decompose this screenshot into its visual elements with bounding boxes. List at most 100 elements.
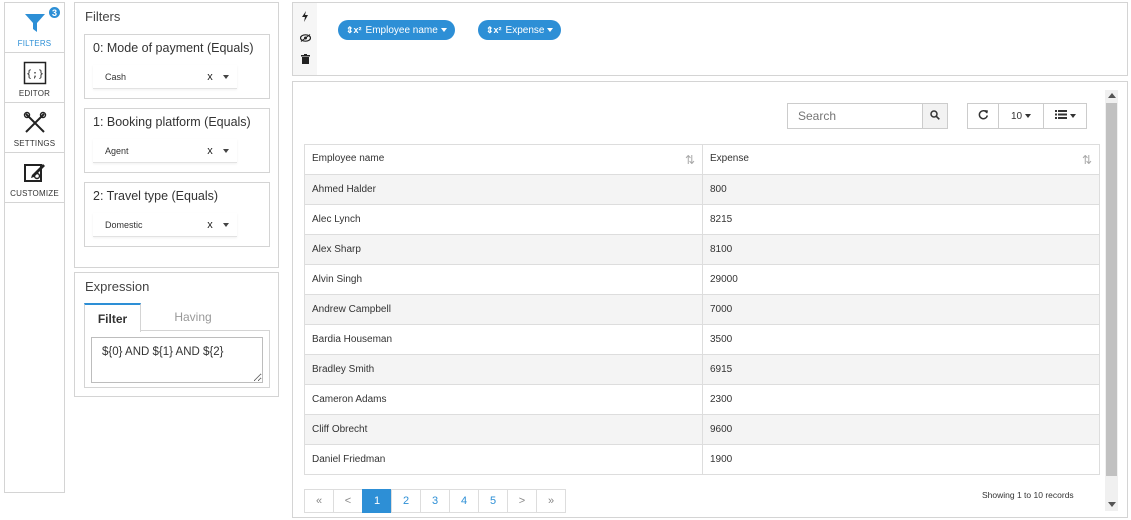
table-row: Alec Lynch 8215 — [304, 204, 1100, 235]
columns-toggle-button[interactable] — [1043, 103, 1087, 129]
table-row: Andrew Campbell 7000 — [304, 294, 1100, 325]
scroll-down-icon[interactable] — [1108, 502, 1116, 507]
page-prev-button[interactable]: < — [333, 489, 363, 513]
table-row: Cameron Adams 2300 — [304, 384, 1100, 415]
table-header-row: Employee name ⇅ Expense ⇅ — [304, 144, 1100, 175]
chevron-down-icon — [1025, 114, 1032, 118]
cell-employee-name: Alex Sharp — [304, 234, 703, 265]
page-button-1[interactable]: 1 — [362, 489, 392, 513]
filters-title: Filters — [85, 9, 121, 24]
sort-icon[interactable]: ⇅ — [685, 153, 695, 167]
rail-item-customize[interactable]: CUSTOMIZE — [5, 153, 64, 203]
page-last-button[interactable]: » — [536, 489, 566, 513]
chevron-down-icon[interactable] — [223, 74, 229, 79]
data-table: Employee name ⇅ Expense ⇅ Ahmed Halder 80… — [304, 144, 1100, 475]
cell-expense: 9600 — [702, 414, 1100, 445]
chevron-down-icon — [547, 28, 554, 32]
page-size-select[interactable]: 10 — [998, 103, 1044, 129]
page-first-button[interactable]: « — [304, 489, 334, 513]
rail-item-settings[interactable]: SETTINGS — [5, 103, 64, 153]
cell-expense: 7000 — [702, 294, 1100, 325]
refresh-button[interactable] — [967, 103, 999, 129]
column-header-label: Employee name — [312, 152, 385, 164]
filter-count-badge: 3 — [48, 6, 61, 19]
eye-icon[interactable] — [299, 34, 311, 45]
search-input[interactable] — [787, 103, 922, 129]
trash-icon[interactable] — [300, 53, 310, 67]
vertical-scrollbar[interactable] — [1105, 90, 1118, 511]
columns-bar: ⇕x² Employee name ⇕x² Expense — [292, 2, 1128, 76]
braces-icon: {;} — [23, 60, 47, 86]
table-toolbar: 10 — [967, 103, 1087, 129]
tab-having[interactable]: Having — [141, 303, 245, 331]
expression-input[interactable] — [91, 337, 263, 383]
cell-expense: 800 — [702, 174, 1100, 205]
column-header-expense[interactable]: Expense ⇅ — [702, 144, 1100, 175]
edit-box-icon — [23, 160, 47, 186]
chevron-down-icon[interactable] — [223, 222, 229, 227]
expression-box — [84, 331, 270, 388]
column-header-employee-name[interactable]: Employee name ⇅ — [304, 144, 703, 175]
table-row: Bradley Smith 6915 — [304, 354, 1100, 385]
cell-expense: 8100 — [702, 234, 1100, 265]
filter-card-0: 0: Mode of payment (Equals) Cash x — [84, 34, 270, 99]
cell-employee-name: Cliff Obrecht — [304, 414, 703, 445]
lightning-icon[interactable] — [301, 11, 309, 25]
chip-label: Employee name — [365, 24, 438, 36]
cell-expense: 8215 — [702, 204, 1100, 235]
table-row: Cliff Obrecht 9600 — [304, 414, 1100, 445]
cell-employee-name: Alec Lynch — [304, 204, 703, 235]
cell-expense: 1900 — [702, 444, 1100, 475]
filter-select[interactable]: Agent x — [93, 139, 237, 163]
table-row: Ahmed Halder 800 — [304, 174, 1100, 205]
funnel-icon — [24, 10, 46, 36]
cell-employee-name: Alvin Singh — [304, 264, 703, 295]
scrollbar-thumb[interactable] — [1106, 103, 1117, 476]
page-button-2[interactable]: 2 — [391, 489, 421, 513]
search-button[interactable] — [922, 103, 948, 129]
expression-title: Expression — [85, 279, 150, 294]
rail-label-settings: SETTINGS — [13, 139, 56, 148]
page-button-5[interactable]: 5 — [478, 489, 508, 513]
table-row: Alvin Singh 29000 — [304, 264, 1100, 295]
refresh-icon — [978, 109, 989, 123]
filter-card-2: 2: Travel type (Equals) Domestic x — [84, 182, 270, 247]
rail-item-editor[interactable]: {;} EDITOR — [5, 53, 64, 103]
page-next-button[interactable]: > — [507, 489, 537, 513]
tools-icon — [23, 110, 47, 136]
filter-title: 0: Mode of payment (Equals) — [93, 41, 254, 55]
column-header-label: Expense — [710, 152, 749, 164]
clear-icon[interactable]: x — [203, 71, 217, 83]
cell-employee-name: Bardia Houseman — [304, 324, 703, 355]
column-chip-expense[interactable]: ⇕x² Expense — [478, 20, 562, 40]
table-row: Bardia Houseman 3500 — [304, 324, 1100, 355]
filter-card-1: 1: Booking platform (Equals) Agent x — [84, 108, 270, 173]
page-button-4[interactable]: 4 — [449, 489, 479, 513]
filter-value: Cash — [105, 71, 127, 82]
rail-item-filters[interactable]: 3 FILTERS — [5, 3, 64, 53]
column-chip-employee-name[interactable]: ⇕x² Employee name — [338, 20, 455, 40]
chevron-down-icon — [440, 28, 447, 32]
filter-select[interactable]: Domestic x — [93, 213, 237, 237]
chip-label: Expense — [505, 24, 545, 36]
page-button-3[interactable]: 3 — [420, 489, 450, 513]
expression-tabs: Filter Having — [84, 303, 270, 332]
scroll-up-icon[interactable] — [1108, 93, 1116, 98]
expression-panel: Expression Filter Having — [74, 272, 279, 397]
filter-select[interactable]: Cash x — [93, 65, 237, 89]
table-panel: 10 Employee name ⇅ Expense ⇅ A — [292, 81, 1128, 518]
chevron-down-icon[interactable] — [223, 148, 229, 153]
tab-filter[interactable]: Filter — [84, 303, 141, 332]
filter-value: Agent — [105, 145, 129, 156]
table-row: Alex Sharp 8100 — [304, 234, 1100, 265]
left-rail: 3 FILTERS {;} EDITOR SETTINGS CUSTOMIZE — [4, 2, 65, 493]
clear-icon[interactable]: x — [203, 219, 217, 231]
cell-employee-name: Ahmed Halder — [304, 174, 703, 205]
sort-expression-icon: ⇕x² — [486, 24, 502, 35]
pagination: « < 1 2 3 4 5 > » — [304, 489, 566, 513]
cell-employee-name: Bradley Smith — [304, 354, 703, 385]
filter-value: Domestic — [105, 219, 143, 230]
chip-tools — [293, 3, 317, 75]
clear-icon[interactable]: x — [203, 145, 217, 157]
sort-icon[interactable]: ⇅ — [1082, 153, 1092, 167]
